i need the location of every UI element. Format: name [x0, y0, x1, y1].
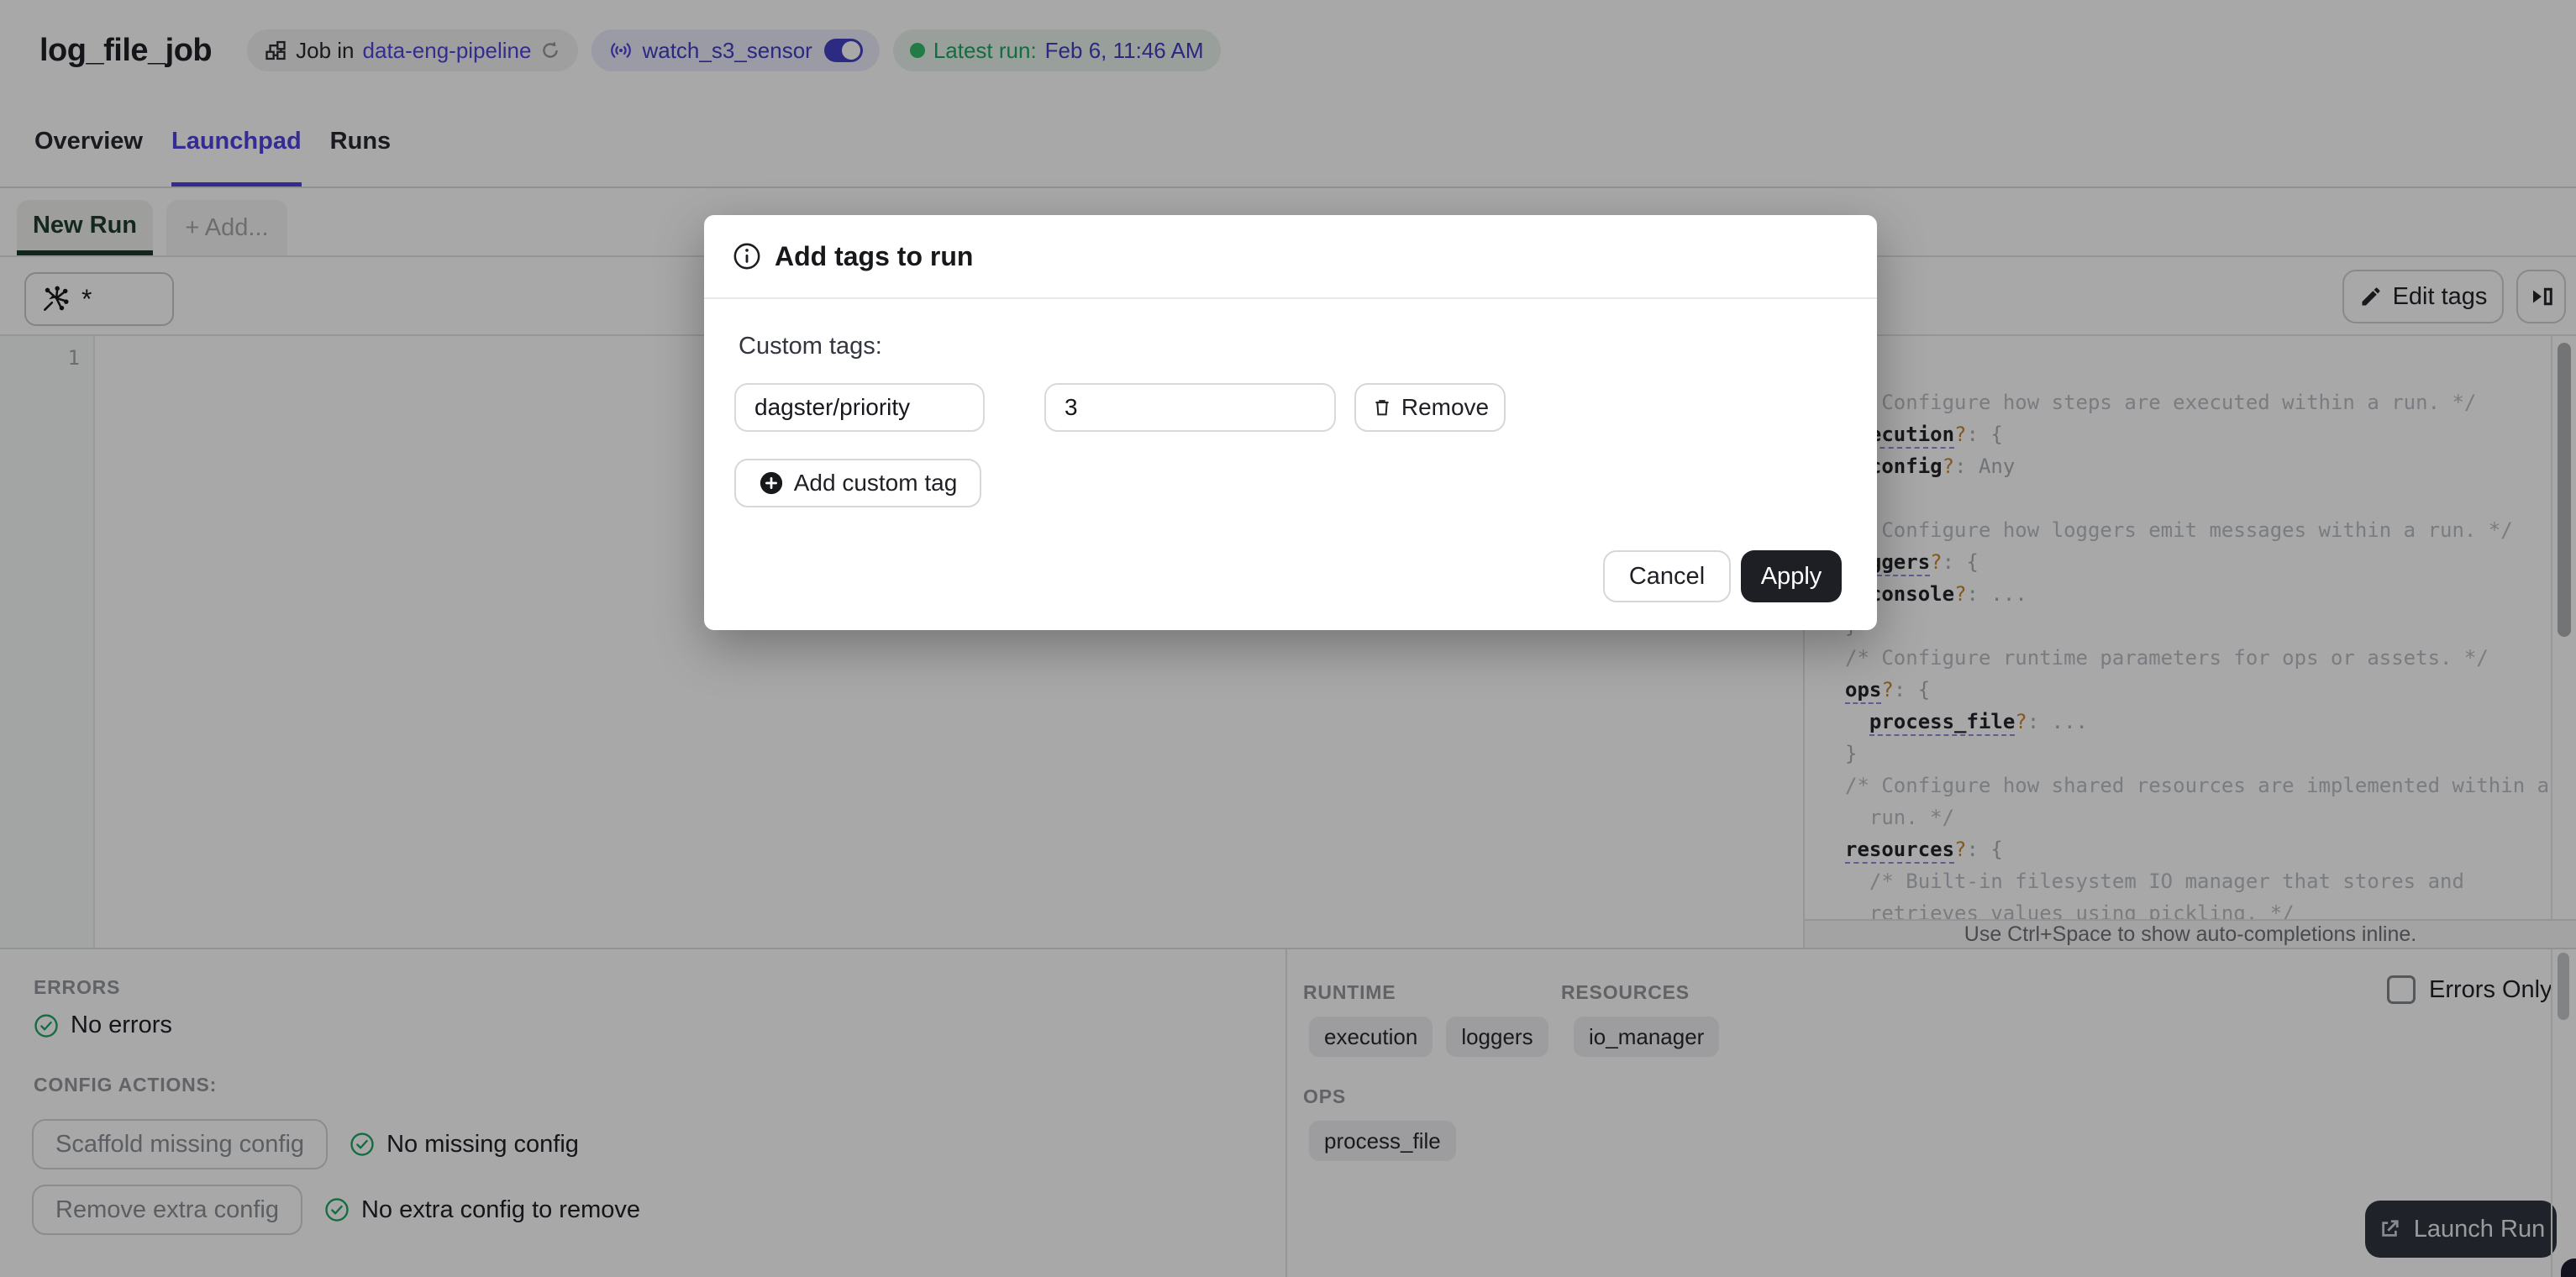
modal-overlay[interactable]: [0, 0, 2576, 1277]
apply-button[interactable]: Apply: [1741, 550, 1842, 602]
tag-key-input[interactable]: [734, 383, 985, 432]
remove-tag-label: Remove: [1401, 394, 1490, 420]
trash-icon: [1371, 397, 1393, 418]
dialog-header: Add tags to run: [704, 215, 1877, 299]
add-tags-dialog: Add tags to run Custom tags: Remove Add …: [704, 215, 1877, 630]
remove-tag-button[interactable]: Remove: [1354, 383, 1506, 432]
custom-tags-label: Custom tags:: [739, 333, 882, 360]
info-icon: [733, 242, 761, 271]
add-custom-tag-button[interactable]: Add custom tag: [734, 459, 981, 507]
plus-circle-icon: [759, 470, 784, 496]
add-custom-tag-label: Add custom tag: [793, 470, 958, 496]
tag-value-input[interactable]: [1044, 383, 1336, 432]
dialog-title: Add tags to run: [775, 240, 974, 271]
cancel-button[interactable]: Cancel: [1603, 550, 1731, 602]
launchpad-page: log_file_job Job in data-eng-pipeline wa…: [0, 0, 2576, 1277]
